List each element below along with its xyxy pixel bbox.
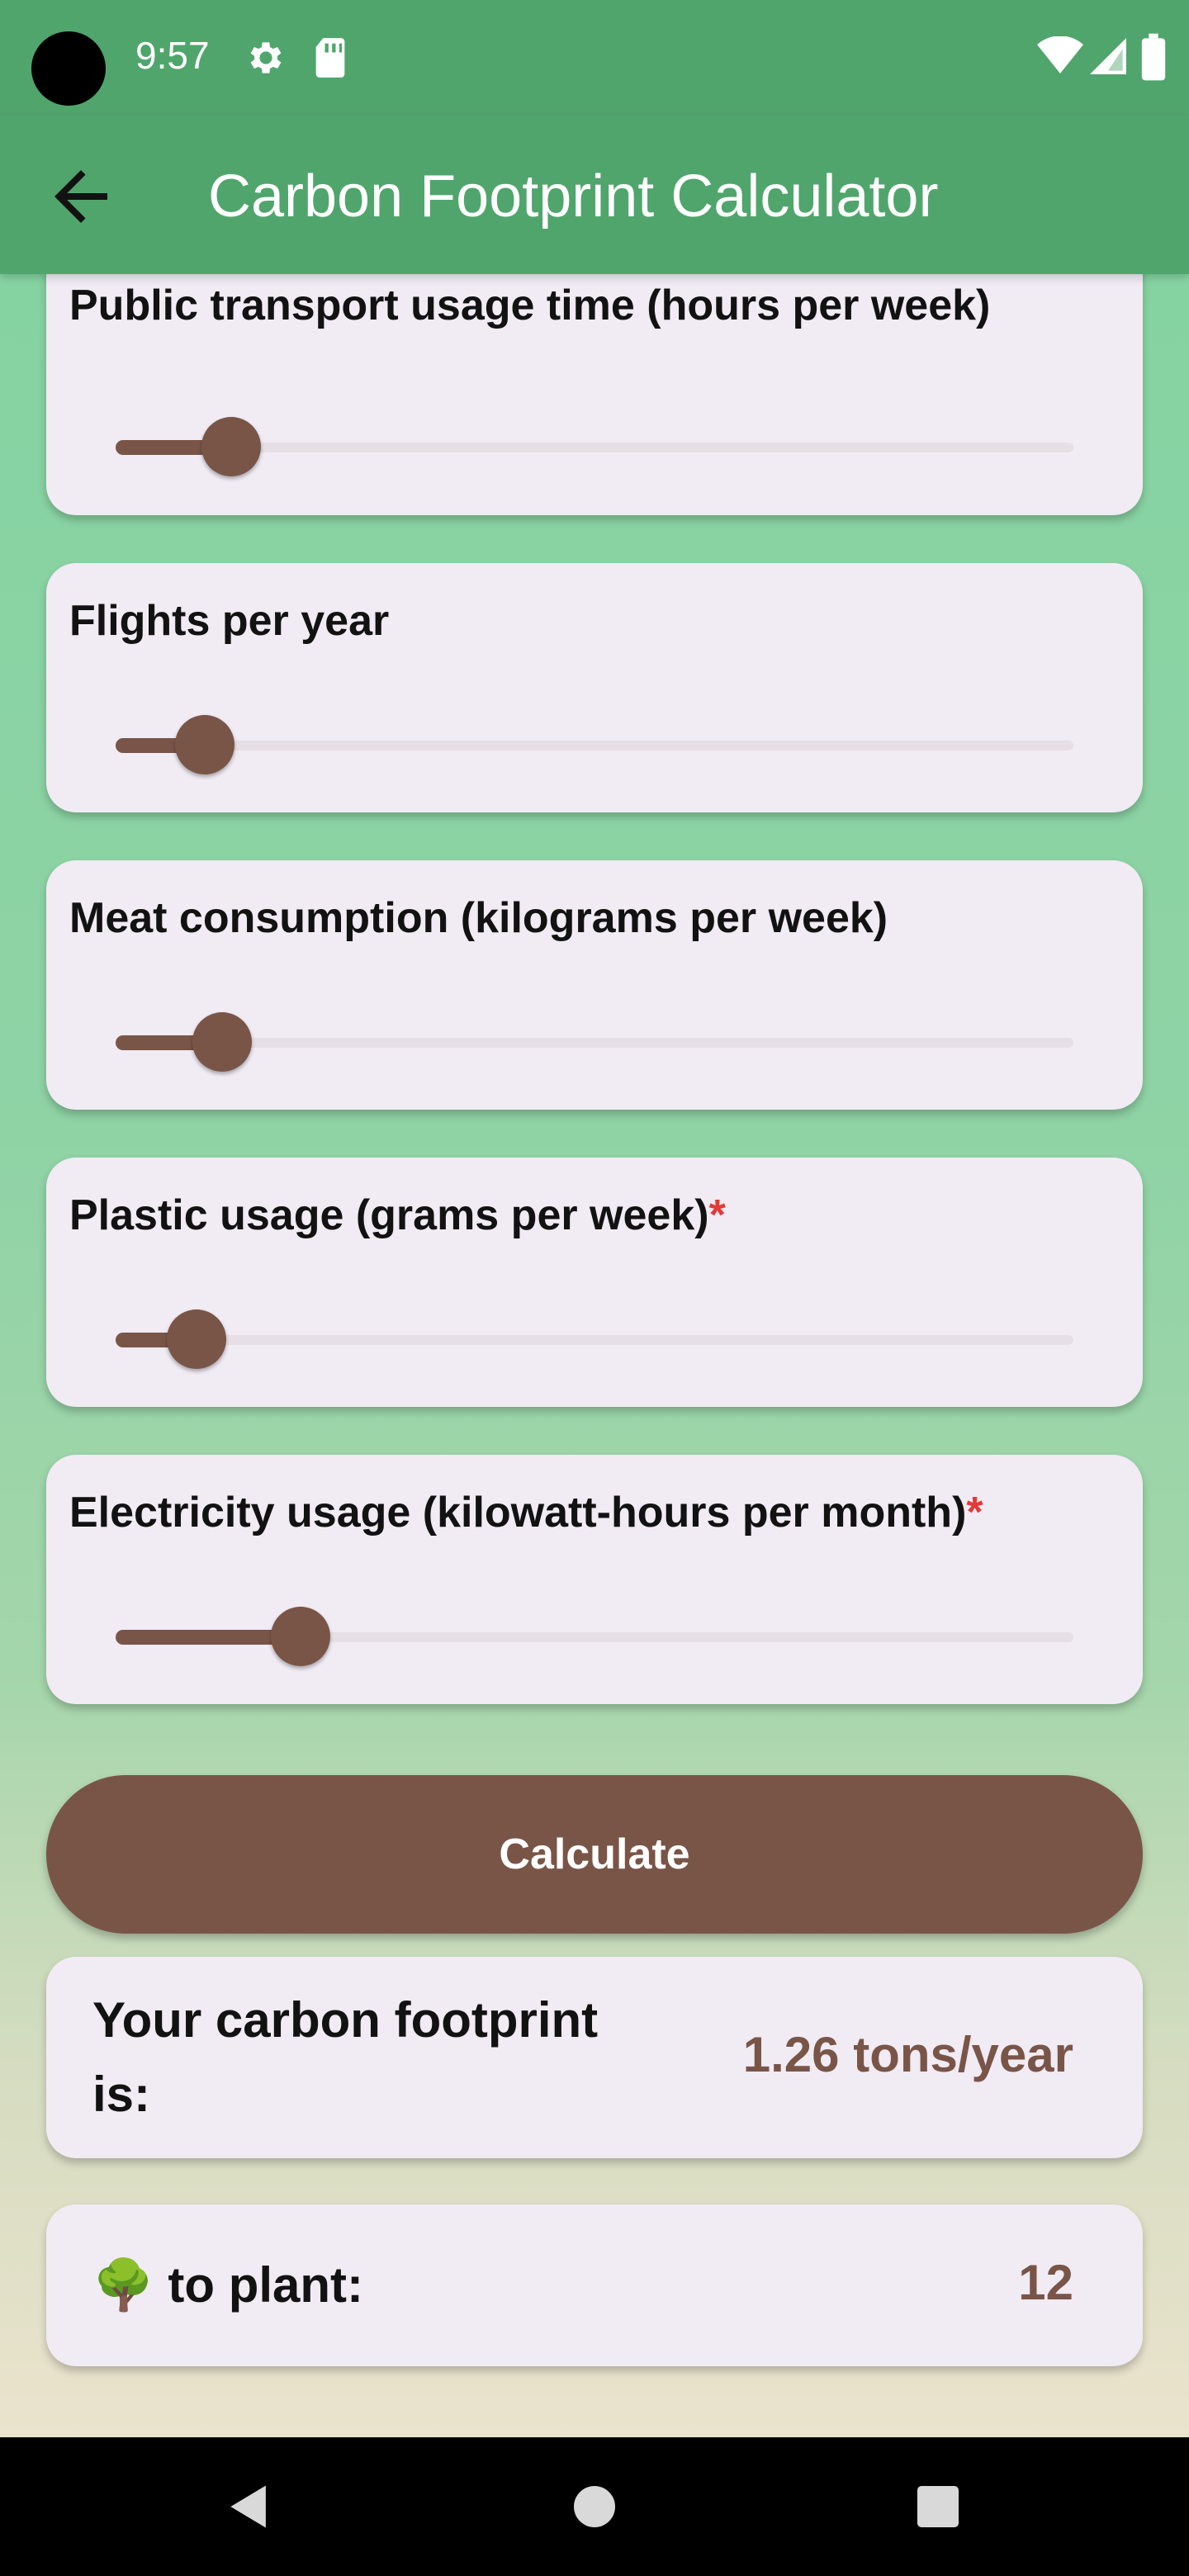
slider-thumb[interactable] [175,715,235,774]
slider-card-public-transport: Public transport usage time (hours per w… [46,274,1143,515]
slider-card-flights: Flights per year [46,563,1143,812]
signal-icon [1090,38,1126,74]
plastic-slider[interactable] [116,1306,1073,1372]
arrow-back-icon [54,170,107,223]
trees-label: 🌳 to plant: [92,2257,363,2313]
calculator-form[interactable]: Public transport usage time (hours per w… [0,274,1189,2437]
slider-thumb[interactable] [201,417,261,476]
slider-card-meat: Meat consumption (kilograms per week) [46,860,1143,1110]
camera-cutout [31,31,106,106]
slider-track [162,443,1073,452]
slider-card-plastic: Plastic usage (grams per week)* [46,1158,1143,1407]
slider-card-electricity: Electricity usage (kilowatt-hours per mo… [46,1455,1143,1704]
status-time: 9:57 [135,34,210,77]
slider-track [162,1038,1073,1048]
slider-thumb[interactable] [192,1012,253,1072]
battery-icon [1141,33,1166,81]
sd-card-icon [315,38,345,78]
required-asterisk: * [708,1191,726,1239]
result-card: Your carbon footprint is: 1.26 tons/year [46,1957,1143,2158]
page-title: Carbon Footprint Calculator [208,163,939,230]
slider-label: Electricity usage (kilowatt-hours per mo… [69,1489,983,1537]
required-asterisk: * [966,1489,983,1537]
status-bar: 9:57 [0,0,1189,116]
slider-thumb[interactable] [166,1309,226,1369]
app-bar: Carbon Footprint Calculator [0,116,1189,274]
result-value: 1.26 tons/year [742,2027,1073,2082]
settings-icon [250,42,282,73]
meat-slider[interactable] [116,1009,1073,1075]
slider-thumb[interactable] [270,1607,330,1666]
electricity-slider[interactable] [116,1603,1073,1669]
slider-track [162,1335,1073,1345]
slider-label: Flights per year [69,597,390,645]
back-nav-icon[interactable] [221,2479,277,2535]
flights-slider[interactable] [116,712,1073,778]
tree-icon: 🌳 [92,2257,154,2313]
slider-track [162,741,1073,751]
calculate-button[interactable]: Calculate [46,1775,1143,1934]
home-nav-icon[interactable] [570,2479,619,2535]
slider-label: Plastic usage (grams per week)* [69,1191,726,1239]
trees-value: 12 [1018,2255,1073,2310]
trees-card: 🌳 to plant: 12 [46,2204,1143,2366]
slider-label: Meat consumption (kilograms per week) [69,894,888,942]
result-label: Your carbon footprint is: [92,1992,599,2122]
system-navigation-bar [0,2437,1189,2576]
back-button[interactable] [41,157,121,236]
recents-nav-icon[interactable] [913,2479,963,2535]
public-transport-slider[interactable] [116,414,1073,480]
wifi-icon [1037,36,1083,73]
slider-label: Public transport usage time (hours per w… [69,282,991,329]
